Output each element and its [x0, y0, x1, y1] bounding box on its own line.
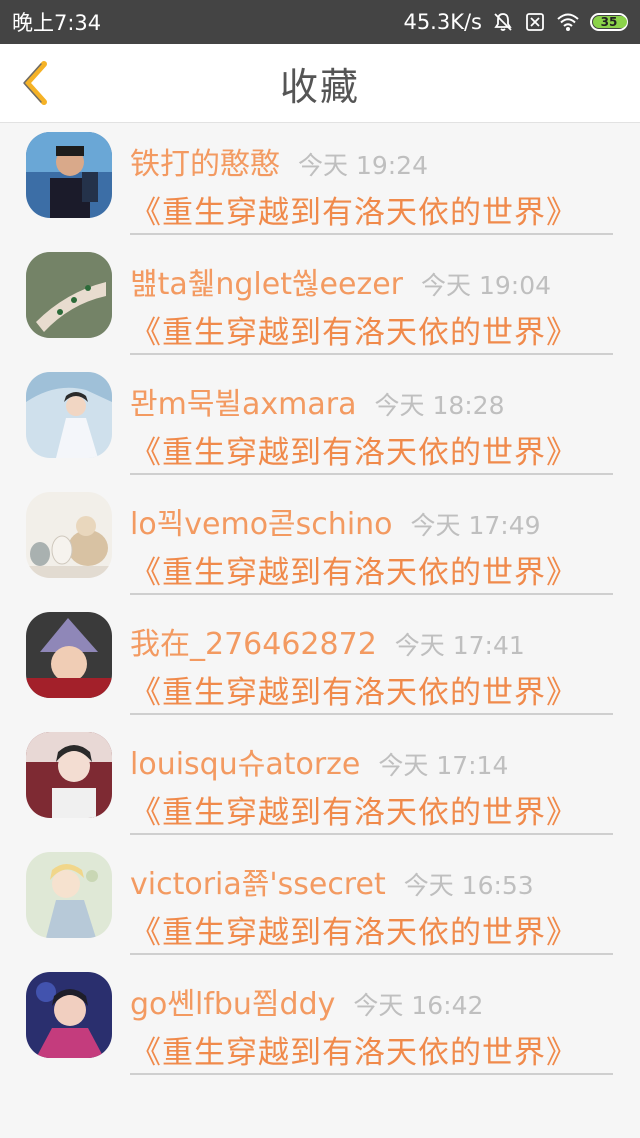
avatar — [26, 972, 112, 1058]
avatar — [26, 612, 112, 698]
status-bar: 晚上7:34 45.3K/s 35 — [0, 0, 640, 44]
avatar — [26, 492, 112, 578]
battery-icon: 35 — [590, 13, 628, 31]
novel-title[interactable]: 《重生穿越到有洛天依的世界》 — [130, 307, 620, 352]
list-item[interactable]: lo꾁vemo콛schino 今天 17:49 《重生穿越到有洛天依的世界》 — [0, 483, 640, 603]
post-time: 今天 17:49 — [410, 511, 541, 540]
user-name: 我在_276462872 — [130, 627, 377, 662]
post-time: 今天 16:53 — [403, 871, 534, 900]
novel-title[interactable]: 《重生穿越到有洛天依的世界》 — [130, 907, 620, 952]
novel-title[interactable]: 《重生穿越到有洛天依的世界》 — [130, 547, 620, 592]
battery-level: 35 — [600, 15, 618, 29]
avatar — [26, 252, 112, 338]
novel-title[interactable]: 《重生穿越到有洛天依的世界》 — [130, 1027, 620, 1072]
row-divider — [130, 473, 613, 475]
network-speed: 45.3K/s — [403, 10, 482, 34]
user-name: lo꾁vemo콛schino — [130, 507, 393, 542]
avatar — [26, 132, 112, 218]
post-time: 今天 16:42 — [353, 991, 484, 1020]
row-divider — [130, 233, 613, 235]
row-divider — [130, 713, 613, 715]
list-item[interactable]: 铁打的憨憨 今天 19:24 《重生穿越到有洛天依的世界》 — [0, 123, 640, 243]
novel-title[interactable]: 《重生穿越到有洛天依的世界》 — [130, 427, 620, 472]
status-time: 晚上7:34 — [12, 11, 102, 35]
title-bar: 收藏 — [0, 44, 640, 123]
row-divider — [130, 593, 613, 595]
avatar — [26, 732, 112, 818]
user-name: 뫈m묵뷜axmara — [130, 387, 357, 422]
post-time: 今天 19:04 — [421, 271, 552, 300]
user-name: victoria쬵'ssecret — [130, 867, 386, 902]
user-name: 铁打的憨憨 — [130, 147, 280, 182]
list-item[interactable]: 我在_276462872 今天 17:41 《重生穿越到有洛天依的世界》 — [0, 603, 640, 723]
novel-title[interactable]: 《重生穿越到有洛天依的世界》 — [130, 187, 620, 232]
sim-card-icon — [524, 11, 546, 33]
list-item[interactable]: go쏀lfbu쬠ddy 今天 16:42 《重生穿越到有洛天依的世界》 — [0, 963, 640, 1083]
post-time: 今天 17:41 — [394, 631, 525, 660]
user-name: 뱶ta췙nglet쒆eezer — [130, 267, 404, 302]
row-divider — [130, 833, 613, 835]
user-name: louisqu슈atorze — [130, 747, 361, 782]
list-item[interactable]: victoria쬵'ssecret 今天 16:53 《重生穿越到有洛天依的世界… — [0, 843, 640, 963]
row-divider — [130, 953, 613, 955]
post-time: 今天 19:24 — [298, 151, 428, 180]
post-time: 今天 18:28 — [374, 391, 505, 420]
list-item[interactable]: louisqu슈atorze 今天 17:14 《重生穿越到有洛天依的世界》 — [0, 723, 640, 843]
wifi-icon — [556, 12, 580, 32]
row-divider — [130, 353, 613, 355]
row-divider — [130, 1073, 613, 1075]
novel-title[interactable]: 《重生穿越到有洛天依的世界》 — [130, 787, 620, 832]
avatar — [26, 852, 112, 938]
list-item[interactable]: 뫈m묵뷜axmara 今天 18:28 《重生穿越到有洛天依的世界》 — [0, 363, 640, 483]
avatar — [26, 372, 112, 458]
user-name: go쏀lfbu쬠ddy — [130, 987, 336, 1022]
page-title: 收藏 — [279, 64, 360, 109]
novel-title[interactable]: 《重生穿越到有洛天依的世界》 — [130, 667, 620, 712]
mute-bell-icon — [492, 11, 514, 33]
post-time: 今天 17:14 — [378, 751, 509, 780]
list-item[interactable]: 뱶ta췙nglet쒆eezer 今天 19:04 《重生穿越到有洛天依的世界》 — [0, 243, 640, 363]
